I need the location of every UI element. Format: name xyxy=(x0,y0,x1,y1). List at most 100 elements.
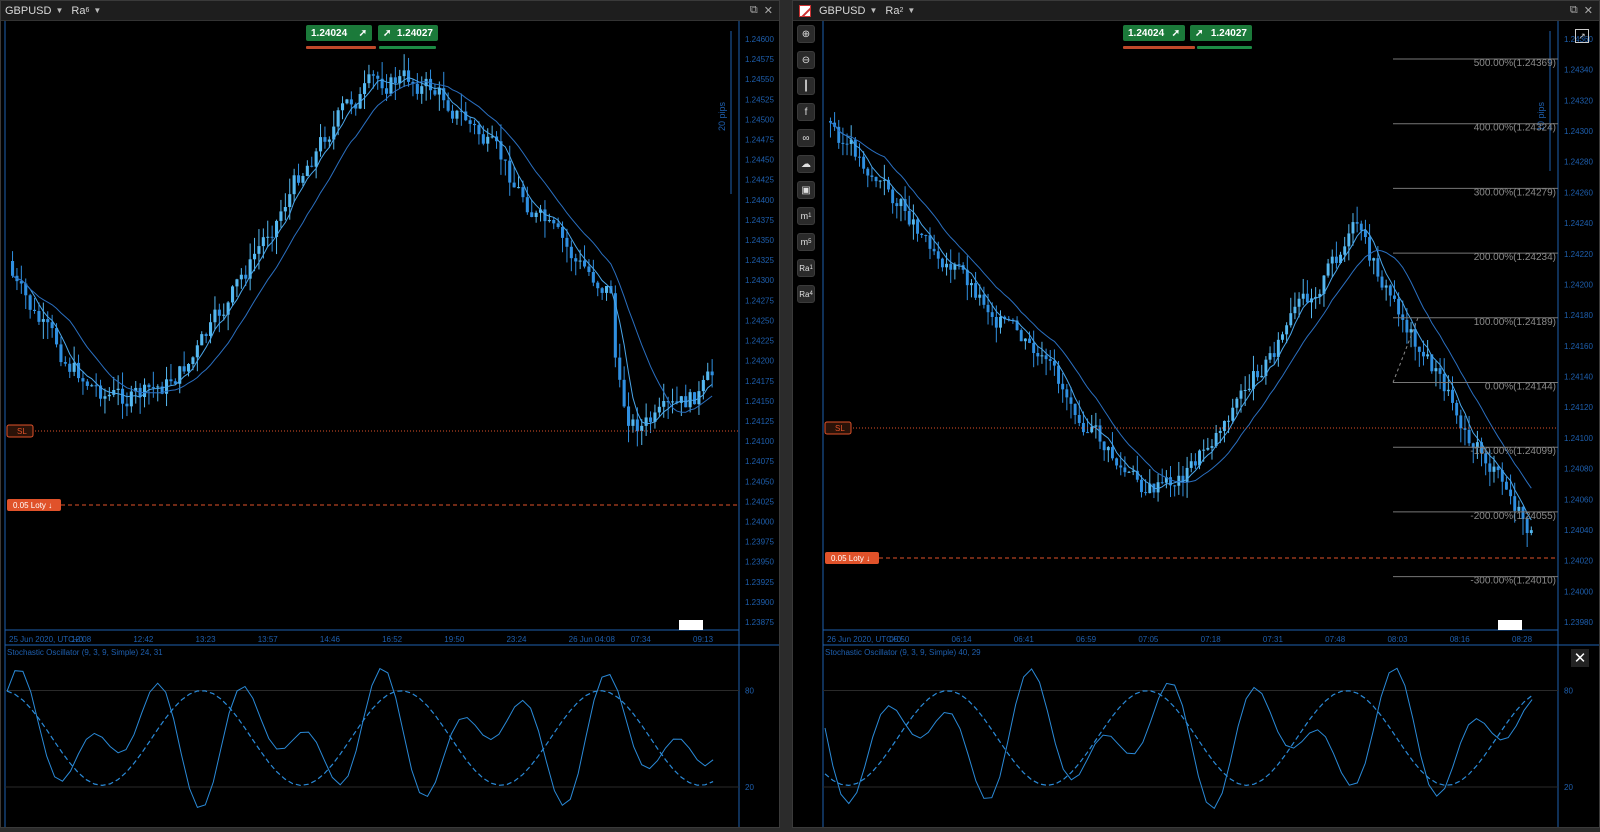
candle-body xyxy=(1413,329,1417,347)
time-tick-label: 23:24 xyxy=(506,635,527,644)
buy-button[interactable]: ➚ 1.24027 xyxy=(1190,25,1252,41)
ask-price: 1.24027 xyxy=(1210,27,1247,39)
time-tick-label: 13:57 xyxy=(258,635,279,644)
candle-body xyxy=(974,283,978,298)
time-tick-label: 13:23 xyxy=(196,635,217,644)
candle-body xyxy=(1086,432,1090,434)
moving-average-line xyxy=(830,122,1532,489)
fib-level-label: 0.00%(1.24144) xyxy=(1485,382,1556,393)
price-tick-label: 1.24125 xyxy=(745,417,774,426)
chart-window-left[interactable]: GBPUSD ▼ Ra 6 ▼ ⧉ ✕ 1.24600 1.24575 1.24550… xyxy=(0,0,780,828)
candle-body xyxy=(301,175,305,183)
candle-body xyxy=(530,212,534,218)
candle-body xyxy=(866,168,870,176)
candle-body xyxy=(464,111,468,121)
candle-body xyxy=(129,391,133,407)
price-tick-label: 1.24080 xyxy=(1564,465,1593,474)
candle-body xyxy=(182,366,186,372)
candle-body xyxy=(631,419,635,426)
link-icon[interactable]: ∞ xyxy=(797,129,815,147)
bar-style-icon[interactable]: ┃ xyxy=(797,77,815,95)
chart-toolbar: ⊕ ⊖ ┃ f ∞ ☁ ▣ m1 m5 Ra 1 Ra 4 xyxy=(797,25,817,311)
candle-body xyxy=(945,263,949,268)
zoom-in-icon[interactable]: ⊕ xyxy=(797,25,815,43)
candle-body xyxy=(649,417,653,422)
candle-body xyxy=(895,203,899,207)
chart-window-right[interactable]: GBPUSD ▼ Ra 2 ▼ ⧉ ✕ 1.24360 1.24340 1.24320… xyxy=(792,0,1600,828)
close-indicator-icon[interactable]: ✕ xyxy=(1571,649,1589,667)
candle-body xyxy=(244,274,248,279)
price-chart[interactable]: 1.24600 1.24575 1.24550 1.24525 1.24500 1.244… xyxy=(1,1,779,827)
candle-body xyxy=(55,328,59,345)
candle-body xyxy=(46,319,50,323)
time-tick-label: 07:31 xyxy=(1263,635,1284,644)
candle-body xyxy=(1334,256,1338,263)
candle-body xyxy=(1376,258,1380,277)
candle-body xyxy=(486,136,490,144)
candle-body xyxy=(1285,325,1289,335)
candle-body xyxy=(1451,389,1454,403)
candle-body xyxy=(1446,389,1450,392)
candle-body xyxy=(327,139,331,142)
candle-body xyxy=(209,322,213,336)
candle-body xyxy=(1289,313,1293,326)
timeframe-m1-button[interactable]: m1 xyxy=(797,207,815,225)
candle-body xyxy=(587,266,591,273)
candle-body xyxy=(940,258,944,268)
timeframe-ra4-button[interactable]: Ra 4 xyxy=(797,285,815,303)
sell-button[interactable]: 1.24024 ➚ xyxy=(306,25,372,41)
candle-body xyxy=(841,142,845,144)
candle-body xyxy=(415,83,419,94)
candle-body xyxy=(508,160,512,183)
candle-body xyxy=(858,156,861,158)
candle-body xyxy=(116,388,120,390)
candle-body xyxy=(481,134,485,144)
osc-tick-label: 20 xyxy=(1564,783,1573,792)
candle-body xyxy=(552,219,556,224)
candle-body xyxy=(1202,449,1206,451)
fib-level-label: -100.00%(1.24099) xyxy=(1470,446,1556,457)
price-tick-label: 1.24100 xyxy=(1564,434,1593,443)
fib-level-label: -200.00%(1.24055) xyxy=(1470,511,1556,522)
timeframe-m5-button[interactable]: m5 xyxy=(797,233,815,251)
candle-body xyxy=(1492,466,1496,472)
candle-body xyxy=(1231,407,1235,421)
timeframe-ra1-button[interactable]: Ra 1 xyxy=(797,259,815,277)
price-tick-label: 1.24220 xyxy=(1564,250,1593,259)
candle-body xyxy=(1218,430,1222,433)
cloud-icon[interactable]: ☁ xyxy=(797,155,815,173)
fib-level-label: 300.00%(1.24279) xyxy=(1474,187,1556,198)
fib-level-label: 200.00%(1.24234) xyxy=(1474,252,1556,263)
facebook-icon[interactable]: f xyxy=(797,103,815,121)
candle-body xyxy=(1417,346,1421,352)
price-tick-label: 1.23980 xyxy=(1564,618,1593,627)
candle-body xyxy=(77,362,81,379)
price-tick-label: 1.24275 xyxy=(745,296,774,305)
candle-body xyxy=(1028,338,1031,343)
candle-body xyxy=(90,385,94,387)
screenshot-icon[interactable]: ▣ xyxy=(797,181,815,199)
time-tick-label: 08:03 xyxy=(1387,635,1408,644)
time-tick-label: 07:34 xyxy=(631,635,652,644)
sell-button[interactable]: 1.24024 ➚ xyxy=(1123,25,1185,41)
candle-body xyxy=(253,253,257,260)
candle-body xyxy=(596,282,600,289)
indicator-label: Stochastic Oscillator (9, 3, 9, Simple) … xyxy=(825,648,981,657)
buy-button[interactable]: ➚ 1.24027 xyxy=(378,25,438,41)
candle-body xyxy=(63,362,67,364)
price-chart[interactable]: 1.243601.243401.243201.243001.242801.242… xyxy=(793,1,1599,827)
candle-body xyxy=(195,345,199,358)
candle-body xyxy=(429,78,433,91)
candle-body xyxy=(1405,319,1409,333)
pips-label: 20 pips xyxy=(717,101,727,131)
open-external-icon[interactable]: ↗ xyxy=(1575,29,1589,43)
zoom-out-icon[interactable]: ⊖ xyxy=(797,51,815,69)
candle-body xyxy=(420,86,424,94)
candle-body xyxy=(574,258,578,262)
candle-body xyxy=(1401,314,1405,320)
candle-body xyxy=(986,304,990,313)
candle-body xyxy=(169,379,173,382)
candle-body xyxy=(1144,492,1148,494)
candle-body xyxy=(1455,402,1459,416)
moving-average-line xyxy=(12,81,713,413)
